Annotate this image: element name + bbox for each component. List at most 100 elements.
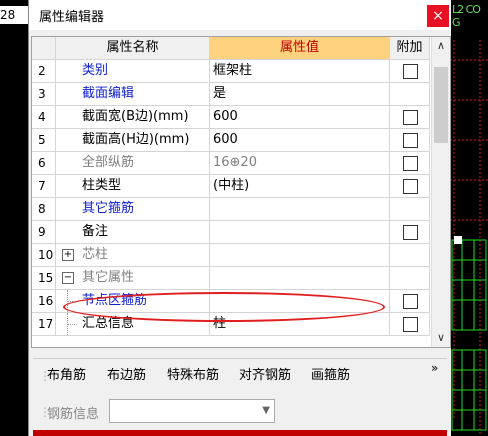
property-name[interactable]: 截面编辑: [56, 83, 210, 105]
extra-cell: [390, 152, 430, 174]
row-number: 6: [32, 152, 56, 174]
property-value[interactable]: 是: [210, 83, 390, 105]
extra-cell: [390, 221, 430, 243]
table-header-row: 属性名称 属性值 附加: [32, 37, 430, 60]
property-name[interactable]: 汇总信息: [56, 313, 210, 335]
window-title: 属性编辑器: [39, 10, 105, 25]
table-row[interactable]: 8 其它箍筋: [32, 198, 430, 221]
header-name[interactable]: 属性名称: [56, 37, 210, 59]
close-icon: ×: [432, 8, 444, 24]
scroll-thumb[interactable]: [434, 67, 448, 143]
row-number: 5: [32, 129, 56, 151]
extra-cell: [390, 244, 430, 266]
rebar-info-select[interactable]: ▼: [109, 399, 275, 423]
align-rebar-button[interactable]: 对齐钢筋: [239, 365, 291, 387]
row-number: 16: [32, 290, 56, 312]
extra-checkbox[interactable]: [403, 156, 418, 171]
property-value[interactable]: 柱: [210, 313, 390, 335]
extra-checkbox[interactable]: [403, 110, 418, 125]
table-row[interactable]: 17 汇总信息 柱: [32, 313, 430, 336]
toolbar-overflow-icon[interactable]: »: [431, 361, 438, 375]
property-grid: 属性名称 属性值 附加 2 类别 框架柱 3 截面编辑是 4 截面宽(B边)(mm) 600 5…: [31, 36, 451, 348]
cad-coordinate-fragment: 28: [0, 6, 28, 24]
property-value[interactable]: [210, 198, 390, 220]
property-value[interactable]: [210, 221, 390, 243]
property-value[interactable]: 框架柱: [210, 60, 390, 82]
row-number: 10: [32, 244, 56, 266]
property-value[interactable]: [210, 290, 390, 312]
property-value[interactable]: 16⊕20: [210, 152, 390, 174]
corner-rebar-button[interactable]: 布角筋: [47, 365, 86, 387]
table-row[interactable]: 3 截面编辑 是: [32, 83, 430, 106]
close-button[interactable]: ×: [427, 5, 449, 27]
row-number: 2: [32, 60, 56, 82]
property-name[interactable]: 截面宽(B边)(mm): [56, 106, 210, 128]
collapse-icon[interactable]: −: [62, 272, 74, 284]
extra-checkbox[interactable]: [403, 64, 418, 79]
property-editor-window: 属性编辑器 × 属性名称 属性值 附加 2 类别 框架柱 3 截面编辑 是 4 截面宽(B边)…: [28, 0, 451, 436]
property-name[interactable]: 节点区箍筋: [56, 290, 210, 312]
property-name[interactable]: 截面高(H边)(mm): [56, 129, 210, 151]
extra-cell: [390, 129, 430, 151]
property-name-text: 其它属性: [82, 270, 135, 285]
extra-checkbox[interactable]: [403, 225, 418, 240]
property-value[interactable]: [210, 244, 390, 266]
extra-cell: [390, 83, 430, 105]
draw-stirrup-button[interactable]: 画箍筋: [311, 365, 350, 387]
property-name-text: 备注: [82, 224, 109, 239]
table-row[interactable]: 9 备注: [32, 221, 430, 244]
property-value[interactable]: (中柱): [210, 175, 390, 197]
tree-connector-h: [67, 301, 77, 302]
property-name-text: 全部纵筋: [82, 155, 135, 170]
vertical-scrollbar[interactable]: ∧ ∨: [431, 37, 450, 347]
property-name[interactable]: 柱类型: [56, 175, 210, 197]
property-name[interactable]: 其它箍筋: [56, 198, 210, 220]
extra-cell: [390, 267, 430, 289]
special-rebar-button[interactable]: 特殊布筋: [167, 365, 219, 387]
property-name-text: 截面编辑: [82, 86, 135, 101]
extra-checkbox[interactable]: [403, 294, 418, 309]
row-number: 4: [32, 106, 56, 128]
row-number: 15: [32, 267, 56, 289]
scroll-down-icon[interactable]: ∨: [432, 329, 450, 347]
cad-drawing: [450, 40, 488, 436]
property-name[interactable]: 全部纵筋: [56, 152, 210, 174]
table-row[interactable]: 4 截面宽(B边)(mm) 600: [32, 106, 430, 129]
row-number: 3: [32, 83, 56, 105]
extra-cell: [390, 175, 430, 197]
chevron-down-icon[interactable]: ▼: [262, 405, 270, 416]
property-name[interactable]: 类别: [56, 60, 210, 82]
table-row[interactable]: 2 类别 框架柱: [32, 60, 430, 83]
property-name-text: 其它箍筋: [82, 201, 135, 216]
cad-text-fragment: L2 CO G: [452, 3, 481, 29]
table-row[interactable]: 15− 其它属性: [32, 267, 430, 290]
header-extra[interactable]: 附加: [390, 37, 430, 59]
extra-checkbox[interactable]: [403, 179, 418, 194]
scroll-up-icon[interactable]: ∧: [432, 37, 450, 55]
property-name-text: 汇总信息: [82, 316, 135, 331]
property-name[interactable]: 备注: [56, 221, 210, 243]
extra-checkbox[interactable]: [403, 133, 418, 148]
table-row[interactable]: 7 柱类型 (中柱): [32, 175, 430, 198]
title-bar[interactable]: 属性编辑器 ×: [29, 0, 451, 30]
property-value[interactable]: [210, 267, 390, 289]
row-number: 9: [32, 221, 56, 243]
edge-rebar-button[interactable]: 布边筋: [107, 365, 146, 387]
extra-cell: [390, 198, 430, 220]
cad-canvas-left: 28: [0, 0, 30, 436]
property-name[interactable]: − 其它属性: [56, 267, 210, 289]
cad-canvas-right[interactable]: L2 CO G: [450, 0, 488, 436]
table-row[interactable]: 10 + 芯柱: [32, 244, 430, 267]
table-row[interactable]: 6 全部纵筋 16⊕20: [32, 152, 430, 175]
extra-cell: [390, 290, 430, 312]
property-value[interactable]: 600: [210, 129, 390, 151]
header-value[interactable]: 属性值: [210, 37, 390, 59]
property-name[interactable]: + 芯柱: [56, 244, 210, 266]
extra-checkbox[interactable]: [403, 317, 418, 332]
property-name-text: 节点区箍筋: [82, 293, 148, 308]
header-num: [32, 37, 56, 59]
expand-icon[interactable]: +: [62, 249, 74, 261]
table-row[interactable]: 16 节点区箍筋: [32, 290, 430, 313]
property-value[interactable]: 600: [210, 106, 390, 128]
table-row[interactable]: 5 截面高(H边)(mm) 600: [32, 129, 430, 152]
